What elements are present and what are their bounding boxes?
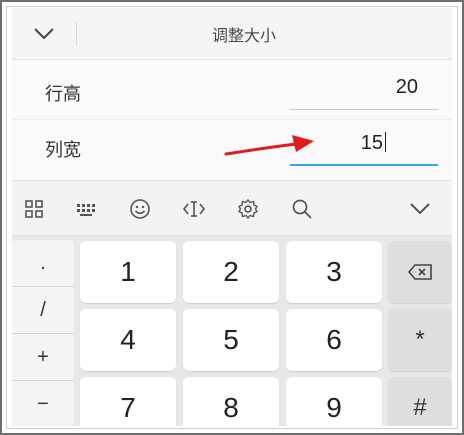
grid-icon [25,200,43,218]
row-height-input[interactable]: 20 [288,70,438,110]
key-1[interactable]: 1 [80,241,176,303]
column-width-label: 列宽 [45,140,81,161]
keyboard-icon [77,204,95,216]
search-icon [292,199,312,219]
key-dot[interactable]: . [12,240,74,286]
panel-header: 调整大小 [12,8,452,60]
key-3[interactable]: 3 [286,241,382,303]
backspace-key[interactable] [388,241,452,303]
numeric-keypad: . / + − 1 2 3 4 5 6 * 7 8 9 # [12,236,452,426]
chevron-down-icon [34,28,54,40]
key-7[interactable]: 7 [80,377,176,426]
backspace-icon [407,264,432,280]
keyboard-button[interactable] [68,191,104,227]
column-width-underline [290,164,438,166]
emoji-icon [130,199,150,219]
grid-button[interactable] [16,191,52,227]
text-cursor-icon [182,201,206,217]
key-minus[interactable]: − [12,381,74,426]
key-hash[interactable]: # [388,377,452,426]
settings-button[interactable] [230,191,266,227]
key-8[interactable]: 8 [183,377,279,426]
key-plus[interactable]: + [12,334,74,380]
row-height-underline [290,109,438,110]
text-cursor-button[interactable] [176,191,212,227]
key-2[interactable]: 2 [183,241,279,303]
collapse-button[interactable] [12,8,76,60]
text-cursor [385,132,386,152]
key-5[interactable]: 5 [183,309,279,371]
symbol-column: . / + − [12,240,74,426]
panel-title: 调整大小 [211,26,276,45]
key-star[interactable]: * [388,309,452,371]
key-slash[interactable]: / [12,287,74,333]
search-button[interactable] [284,191,320,227]
emoji-button[interactable] [122,191,158,227]
hide-keyboard-button[interactable] [402,191,438,227]
settings-icon [238,198,258,220]
annotation-arrow [224,135,314,156]
key-9[interactable]: 9 [286,377,382,426]
row-height-value: 20 [395,76,418,98]
key-6[interactable]: 6 [286,309,382,371]
key-4[interactable]: 4 [80,309,176,371]
row-height-label: 行高 [45,84,81,105]
chevron-down-icon [410,203,430,215]
resize-panel: 调整大小 行高 20 列宽 15 . / + − 1 2 3 4 5 6 * 7… [12,8,452,426]
column-width-value: 15 [360,132,383,154]
keyboard-toolbar [12,180,452,236]
row-height: 行高 20 [12,64,452,120]
